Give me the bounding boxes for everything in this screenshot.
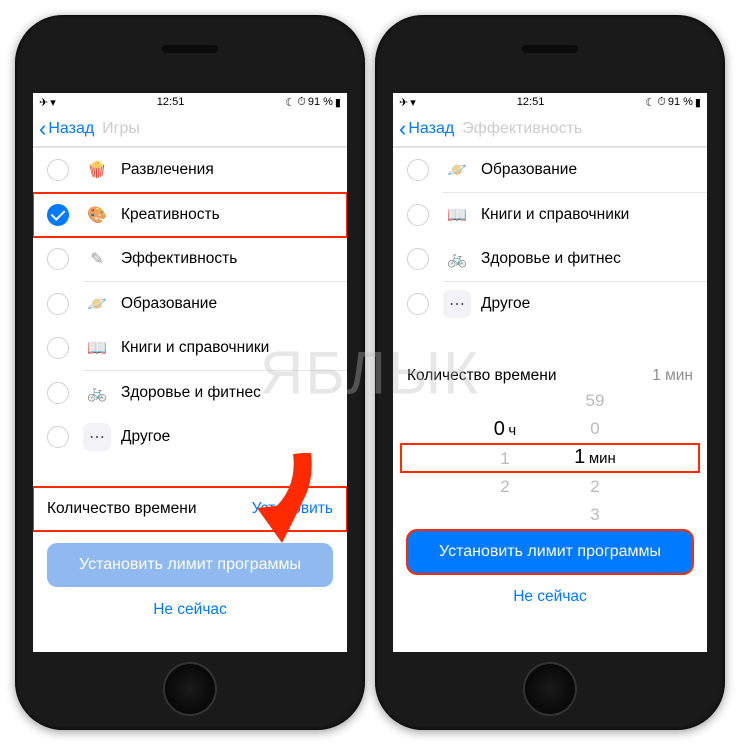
chevron-left-icon: ‹ <box>39 118 46 140</box>
time-amount-row[interactable]: Количество времени Установить <box>33 487 347 531</box>
status-time: 12:51 <box>517 96 545 108</box>
check-circle[interactable] <box>47 293 69 315</box>
category-label: Книги и справочники <box>121 339 269 357</box>
minutes-column[interactable]: 59 0 1 мин 2 3 <box>550 387 640 529</box>
dnd-icon: ☾ <box>645 96 655 109</box>
wifi-icon: ▾ <box>410 96 416 109</box>
check-circle[interactable] <box>47 248 69 270</box>
check-circle[interactable] <box>47 159 69 181</box>
other-icon: ⋯ <box>83 423 111 451</box>
footer: Установить лимит программы Не сейчас <box>33 531 347 623</box>
category-row[interactable]: 📖 Книги и справочники <box>393 193 707 237</box>
fitness-icon: 🚲 <box>443 245 471 273</box>
books-icon: 📖 <box>443 201 471 229</box>
footer: Установить лимит программы Не сейчас <box>393 518 707 610</box>
check-circle[interactable] <box>407 159 429 181</box>
category-row[interactable]: ✎ Эффективность <box>33 237 347 281</box>
category-row-selected[interactable]: 🎨 Креативность <box>33 193 347 237</box>
category-label: Здоровье и фитнес <box>481 250 621 268</box>
category-row[interactable]: ⋯ Другое <box>393 282 707 326</box>
category-list: 🍿 Развлечения 🎨 Креативность ✎ Эффективн… <box>33 147 347 459</box>
wifi-icon: ▾ <box>50 96 56 109</box>
back-label: Назад <box>48 120 94 138</box>
hours-column[interactable]: 0 ч 1 2 <box>460 415 550 501</box>
education-icon: 🪐 <box>83 290 111 318</box>
books-icon: 📖 <box>83 334 111 362</box>
other-icon: ⋯ <box>443 290 471 318</box>
set-limit-button[interactable]: Установить лимит программы <box>47 543 333 587</box>
category-row[interactable]: 🪐 Образование <box>393 148 707 192</box>
nav-bar: ‹ Назад Игры <box>33 111 347 147</box>
check-circle[interactable] <box>47 426 69 448</box>
creativity-icon: 🎨 <box>83 201 111 229</box>
category-label: Развлечения <box>121 161 214 179</box>
check-circle[interactable] <box>407 204 429 226</box>
back-button[interactable]: ‹ Назад <box>399 118 454 140</box>
not-now-button[interactable]: Не сейчас <box>47 587 333 623</box>
battery-pct: 91 % <box>668 96 693 108</box>
set-limit-button[interactable]: Установить лимит программы <box>407 530 693 574</box>
productivity-icon: ✎ <box>83 245 111 273</box>
home-button[interactable] <box>163 662 217 716</box>
primary-btn-label: Установить лимит программы <box>79 556 301 574</box>
category-label: Здоровье и фитнес <box>121 384 261 402</box>
time-label: Количество времени <box>407 367 557 385</box>
phone-left: ✈ ▾ 12:51 ☾ ⏱ 91 % ▮ ‹ Назад Игры 🍿 Разв… <box>15 15 365 730</box>
airplane-icon: ✈ <box>399 96 408 109</box>
chevron-left-icon: ‹ <box>399 118 406 140</box>
category-label: Образование <box>481 161 577 179</box>
status-time: 12:51 <box>157 96 185 108</box>
alarm-icon: ⏱ <box>297 96 306 109</box>
not-now-button[interactable]: Не сейчас <box>407 574 693 610</box>
nav-title-ghost: Эффективность <box>454 120 701 138</box>
airplane-icon: ✈ <box>39 96 48 109</box>
category-list: 🪐 Образование 📖 Книги и справочники 🚲 Зд… <box>393 147 707 326</box>
category-row[interactable]: 🪐 Образование <box>33 282 347 326</box>
fitness-icon: 🚲 <box>83 379 111 407</box>
category-label: Креативность <box>121 206 220 224</box>
status-bar: ✈ ▾ 12:51 ☾ ⏱ 91 % ▮ <box>393 93 707 111</box>
screen-right: ✈ ▾ 12:51 ☾ ⏱ 91 % ▮ ‹ Назад Эффективнос… <box>393 93 707 652</box>
category-row[interactable]: 📖 Книги и справочники <box>33 326 347 370</box>
battery-pct: 91 % <box>308 96 333 108</box>
screen-left: ✈ ▾ 12:51 ☾ ⏱ 91 % ▮ ‹ Назад Игры 🍿 Разв… <box>33 93 347 652</box>
category-label: Образование <box>121 295 217 313</box>
category-label: Книги и справочники <box>481 206 629 224</box>
check-circle[interactable] <box>47 382 69 404</box>
home-button[interactable] <box>523 662 577 716</box>
entertainment-icon: 🍿 <box>83 156 111 184</box>
category-label: Эффективность <box>121 250 237 268</box>
category-label: Другое <box>481 295 530 313</box>
time-label: Количество времени <box>47 500 197 518</box>
alarm-icon: ⏱ <box>657 96 666 109</box>
check-circle[interactable] <box>47 337 69 359</box>
nav-title-ghost: Игры <box>94 120 341 138</box>
category-row[interactable]: 🚲 Здоровье и фитнес <box>33 371 347 415</box>
status-bar: ✈ ▾ 12:51 ☾ ⏱ 91 % ▮ <box>33 93 347 111</box>
category-row[interactable]: 🚲 Здоровье и фитнес <box>393 237 707 281</box>
back-button[interactable]: ‹ Назад <box>39 118 94 140</box>
education-icon: 🪐 <box>443 156 471 184</box>
battery-icon: ▮ <box>695 96 701 109</box>
back-label: Назад <box>408 120 454 138</box>
check-circle[interactable] <box>407 293 429 315</box>
time-picker[interactable]: 0 ч 1 2 59 0 1 мин 2 3 <box>393 398 707 518</box>
check-circle[interactable] <box>407 248 429 270</box>
phone-right: ✈ ▾ 12:51 ☾ ⏱ 91 % ▮ ‹ Назад Эффективнос… <box>375 15 725 730</box>
dnd-icon: ☾ <box>285 96 295 109</box>
category-label: Другое <box>121 428 170 446</box>
category-row[interactable]: ⋯ Другое <box>33 415 347 459</box>
battery-icon: ▮ <box>335 96 341 109</box>
time-value: 1 мин <box>652 367 693 385</box>
primary-btn-label: Установить лимит программы <box>439 543 661 561</box>
check-circle-on[interactable] <box>47 204 69 226</box>
nav-bar: ‹ Назад Эффективность <box>393 111 707 147</box>
category-row[interactable]: 🍿 Развлечения <box>33 148 347 192</box>
set-time-button[interactable]: Установить <box>252 500 333 518</box>
